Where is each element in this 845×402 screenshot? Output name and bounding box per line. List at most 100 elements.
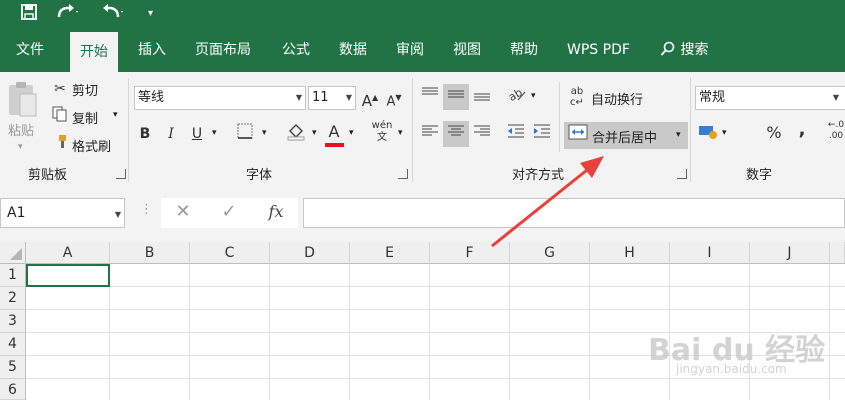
save-icon[interactable]	[20, 3, 38, 27]
column-header-g[interactable]: G	[510, 242, 590, 264]
paste-dropdown-icon[interactable]: ▾	[18, 142, 23, 152]
wrap-text-icon: ab c↵	[570, 86, 584, 108]
column-header-c[interactable]: C	[190, 242, 270, 264]
format-painter-icon	[50, 134, 70, 157]
tab-home[interactable]: 开始	[70, 32, 118, 72]
wrap-text-button[interactable]: 自动换行	[591, 89, 643, 108]
fill-color-dropdown-icon[interactable]: ▾	[312, 128, 317, 138]
row-header-2[interactable]: 2	[0, 287, 26, 310]
borders-icon[interactable]	[234, 123, 256, 146]
svg-text:ab: ab	[506, 86, 524, 102]
formula-buttons: ✕ ✓ fx	[161, 198, 298, 228]
accounting-format-icon[interactable]	[697, 123, 719, 146]
align-right-icon[interactable]	[471, 123, 493, 146]
font-name-value: 等线	[138, 90, 165, 105]
cancel-icon[interactable]: ✕	[173, 201, 193, 223]
gridline	[26, 286, 845, 287]
row-header-6[interactable]: 6	[0, 379, 26, 400]
merge-center-dropdown-icon[interactable]: ▾	[676, 130, 681, 140]
search-tab[interactable]: 搜索	[660, 28, 708, 72]
font-launcher-icon[interactable]	[398, 169, 408, 179]
align-left-icon[interactable]	[419, 123, 441, 146]
column-header-partial[interactable]	[830, 242, 845, 264]
tab-insert[interactable]: 插入	[138, 28, 166, 72]
column-header-e[interactable]: E	[350, 242, 430, 264]
fill-color-icon[interactable]	[284, 121, 308, 148]
row-header-4[interactable]: 4	[0, 333, 26, 356]
column-header-i[interactable]: I	[670, 242, 750, 264]
merge-center-button[interactable]: 合并后居中	[592, 127, 657, 146]
orientation-icon[interactable]: ab	[505, 86, 527, 109]
undo-icon[interactable]	[98, 3, 126, 27]
tab-wps-pdf[interactable]: WPS PDF	[567, 28, 630, 72]
borders-dropdown-icon[interactable]: ▾	[262, 128, 267, 138]
column-header-f[interactable]: F	[430, 242, 510, 264]
tab-page-layout[interactable]: 页面布局	[195, 28, 251, 72]
middle-align-icon[interactable]	[445, 86, 467, 109]
customize-quick-access-icon[interactable]: ▾	[148, 3, 153, 25]
column-header-d[interactable]: D	[270, 242, 350, 264]
underline-button[interactable]: U	[188, 123, 206, 145]
enter-check-icon[interactable]: ✓	[219, 201, 239, 223]
bottom-align-icon[interactable]	[471, 86, 493, 109]
splitter-dots-icon[interactable]: ⋮	[140, 202, 153, 217]
row-header-3[interactable]: 3	[0, 310, 26, 333]
increase-font-size-icon[interactable]: A▲	[361, 87, 379, 112]
tab-view[interactable]: 视图	[453, 28, 481, 72]
watermark-url: jingyan.baidu.com	[676, 362, 787, 376]
tab-help[interactable]: 帮助	[510, 28, 538, 72]
accounting-dropdown-icon[interactable]: ▾	[722, 128, 727, 138]
column-header-j[interactable]: J	[750, 242, 830, 264]
orientation-dropdown-icon[interactable]: ▾	[531, 91, 536, 101]
top-align-icon[interactable]	[419, 86, 441, 109]
clipboard-launcher-icon[interactable]	[116, 169, 126, 179]
cut-button[interactable]: 剪切	[72, 80, 98, 99]
paste-button[interactable]: 粘贴	[8, 120, 34, 139]
bold-button[interactable]: B	[136, 123, 154, 145]
formula-bar-area: A1 ▼ ⋮ ✕ ✓ fx	[0, 186, 845, 242]
phonetic-dropdown-icon[interactable]: ▾	[398, 128, 403, 138]
font-color-dropdown-icon[interactable]: ▾	[349, 128, 354, 138]
paste-icon[interactable]	[6, 80, 40, 120]
font-size-select[interactable]: 11 ▼	[308, 86, 356, 110]
formula-input[interactable]	[303, 198, 845, 228]
number-format-value: 常规	[699, 90, 726, 105]
font-group-label: 字体	[246, 168, 273, 183]
font-color-button[interactable]: A	[322, 121, 346, 143]
divider	[128, 78, 129, 182]
underline-dropdown-icon[interactable]: ▾	[212, 128, 217, 138]
name-box-value: A1	[7, 205, 26, 221]
increase-decimal-icon[interactable]: ←.0.00	[826, 120, 845, 142]
copy-button[interactable]: 复制	[72, 108, 98, 127]
select-all-corner[interactable]	[0, 242, 26, 264]
font-name-select[interactable]: 等线 ▼	[134, 86, 306, 110]
decrease-font-size-icon[interactable]: A▼	[385, 87, 403, 113]
cell-a1[interactable]	[26, 264, 110, 287]
decrease-indent-icon[interactable]	[505, 123, 527, 146]
tab-review[interactable]: 审阅	[396, 28, 424, 72]
align-center-icon[interactable]	[445, 123, 467, 146]
name-box[interactable]: A1 ▼	[0, 198, 125, 228]
alignment-launcher-icon[interactable]	[677, 169, 687, 179]
format-painter-button[interactable]: 格式刷	[72, 136, 111, 155]
increase-indent-icon[interactable]	[531, 123, 553, 146]
phonetic-guide-icon[interactable]: wén 文	[370, 120, 394, 144]
column-header-b[interactable]: B	[110, 242, 190, 264]
percent-button[interactable]: %	[764, 122, 784, 144]
italic-button[interactable]: I	[162, 123, 180, 145]
tab-file[interactable]: 文件	[16, 28, 44, 72]
column-header-a[interactable]: A	[26, 242, 110, 264]
column-header-h[interactable]: H	[590, 242, 670, 264]
tab-data[interactable]: 数据	[339, 28, 367, 72]
number-format-select[interactable]: 常规 ▼	[695, 86, 845, 110]
tab-formulas[interactable]: 公式	[282, 28, 310, 72]
copy-dropdown-icon[interactable]: ▾	[113, 110, 118, 120]
row-header-1[interactable]: 1	[0, 264, 26, 287]
insert-function-button[interactable]: fx	[265, 201, 287, 223]
alignment-group-label: 对齐方式	[512, 168, 565, 183]
redo-icon[interactable]	[55, 3, 79, 27]
scissors-icon: ✂	[54, 81, 66, 97]
chevron-down-icon: ▼	[295, 93, 302, 102]
comma-style-button[interactable]: ,	[794, 119, 810, 141]
row-header-5[interactable]: 5	[0, 356, 26, 379]
